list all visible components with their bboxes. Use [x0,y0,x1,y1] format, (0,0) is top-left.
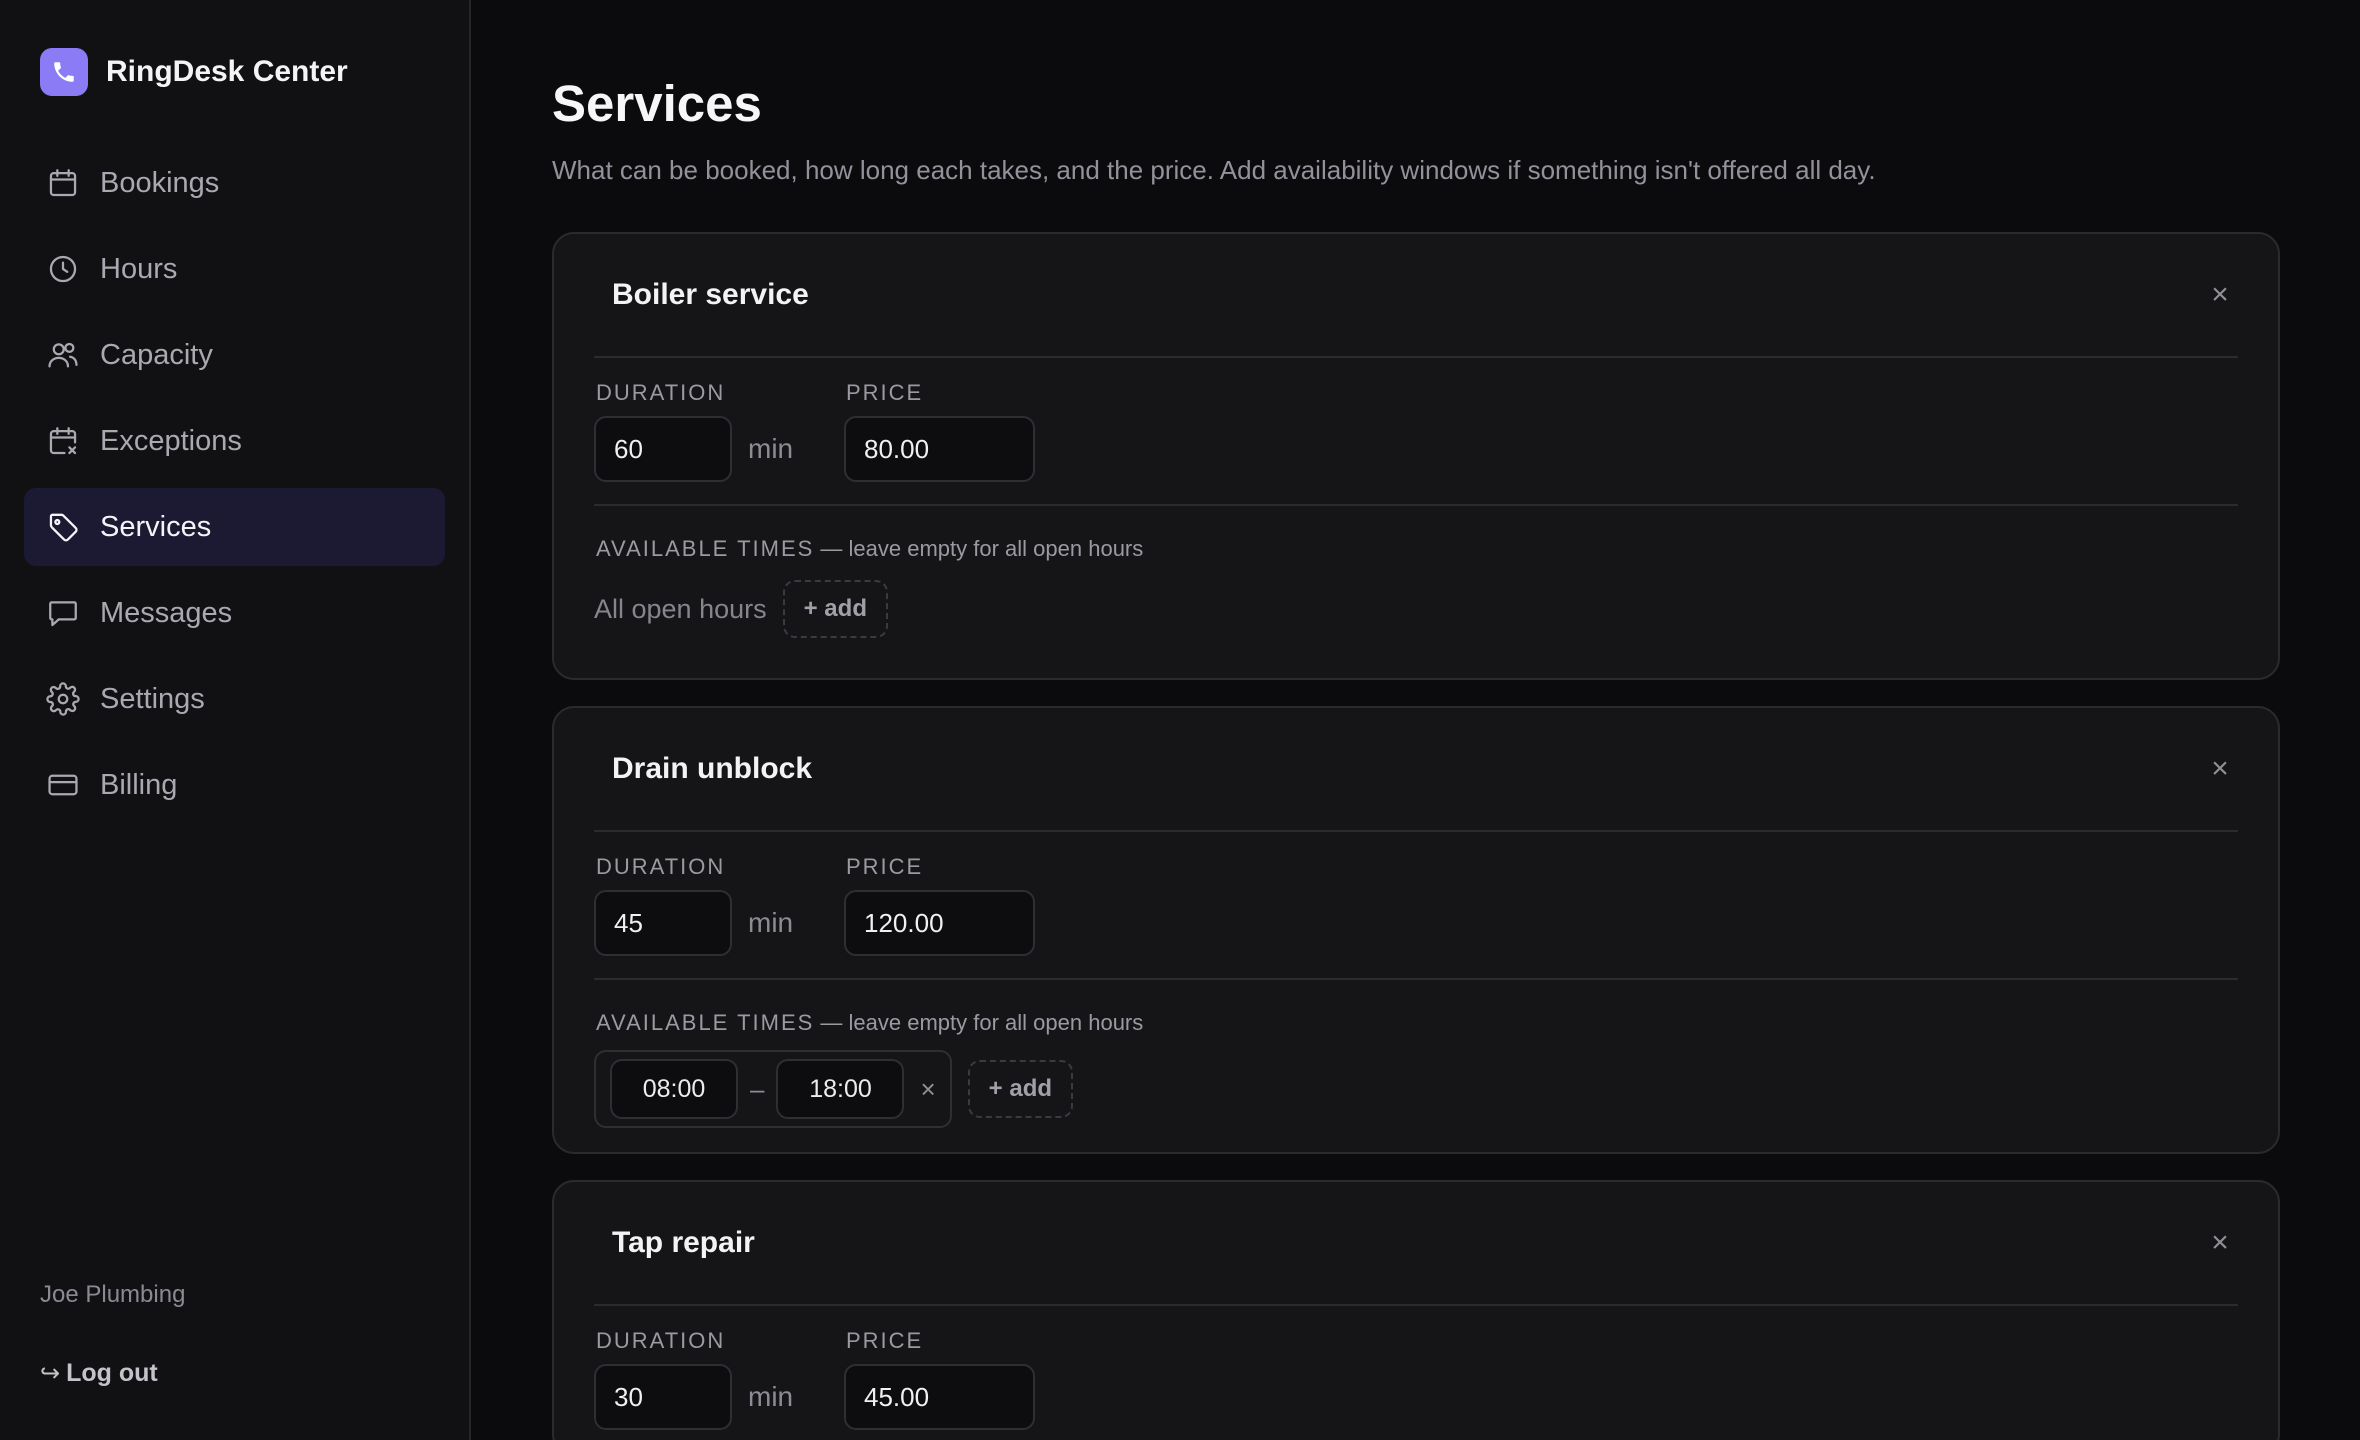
brand-name: RingDesk Center [106,55,348,88]
remove-window-button[interactable]: × [920,1074,935,1105]
sidebar-item-messages[interactable]: Messages [24,574,445,652]
duration-field: DURATION 30 min [594,1324,844,1440]
service-fields: DURATION 60 min PRICE 80.00 [594,358,2238,506]
duration-input[interactable]: 45 [594,890,732,956]
duration-input[interactable]: 30 [594,1364,732,1430]
add-window-button[interactable]: + add [782,580,888,638]
service-card: Boiler service × DURATION 60 min PRICE 8… [552,232,2280,680]
service-name[interactable]: Drain unblock [612,752,812,786]
duration-label: DURATION [596,380,726,405]
service-name[interactable]: Tap repair [612,1226,755,1260]
page-title: Services [552,75,762,132]
sidebar-nav: Bookings Hours Capacity Exceptions Servi… [24,144,445,824]
service-card: Drain unblock × DURATION 45 min PRICE 12… [552,706,2280,1154]
sidebar-item-exceptions[interactable]: Exceptions [24,402,445,480]
sidebar-item-billing[interactable]: Billing [24,746,445,824]
sidebar-item-label: Messages [100,596,233,629]
available-times-section: AVAILABLE TIMES — leave empty for all op… [594,980,2238,1152]
available-times-hint: — leave empty for all open hours [814,536,1144,561]
brand: RingDesk Center [24,0,445,144]
sidebar: RingDesk Center Bookings Hours Capacity … [0,0,471,1440]
phone-icon [40,48,88,96]
duration-unit: min [748,1381,794,1412]
message-icon [49,601,77,627]
price-field: PRICE 80.00 [844,376,1035,504]
service-fields: DURATION 30 min PRICE 45.00 [594,1306,2238,1440]
calendar-x-icon [49,427,77,455]
sidebar-item-bookings[interactable]: Bookings [24,144,445,222]
service-fields: DURATION 45 min PRICE 120.00 [594,832,2238,980]
time-window: 08:00 – 18:00 × [594,1050,952,1128]
price-label: PRICE [846,380,924,405]
app-shell: RingDesk Center Bookings Hours Capacity … [0,0,2360,1440]
service-card-header: Tap repair × [594,1182,2238,1306]
clock-icon [49,255,77,283]
remove-service-button[interactable]: × [2202,1226,2238,1260]
logout-button[interactable]: ↪ Log out [40,1359,185,1388]
service-card-header: Drain unblock × [594,708,2238,832]
available-times-hint: — leave empty for all open hours [814,1010,1144,1035]
sidebar-item-settings[interactable]: Settings [24,660,445,738]
price-input[interactable]: 80.00 [844,416,1035,482]
service-name[interactable]: Boiler service [612,278,809,312]
sidebar-item-label: Hours [100,252,178,285]
available-times-label: AVAILABLE TIMES — leave empty for all op… [594,534,2238,564]
price-field: PRICE 45.00 [844,1324,1035,1440]
sidebar-item-label: Services [100,510,212,543]
sidebar-item-hours[interactable]: Hours [24,230,445,308]
available-times-caption: AVAILABLE TIMES [596,1010,815,1035]
add-window-button[interactable]: + add [967,1060,1074,1118]
credit-card-icon [48,774,78,796]
users-icon [48,342,78,368]
duration-unit: min [748,907,794,938]
price-input[interactable]: 120.00 [844,890,1035,956]
duration-label: DURATION [596,1328,726,1353]
main-content: Services What can be booked, how long ea… [471,0,2360,1440]
window-end-input[interactable]: 18:00 [776,1059,905,1119]
duration-field: DURATION 45 min [594,850,844,978]
available-times-label: AVAILABLE TIMES — leave empty for all op… [594,1008,2238,1038]
window-start-input[interactable]: 08:00 [610,1059,738,1119]
logout-arrow-icon: ↪ [40,1360,61,1387]
calendar-icon [49,169,77,197]
all-open-hours-text: All open hours [594,593,767,624]
price-label: PRICE [846,854,924,879]
logout-label: Log out [66,1359,158,1387]
price-field: PRICE 120.00 [844,850,1035,978]
remove-service-button[interactable]: × [2202,278,2238,312]
sidebar-item-label: Bookings [100,166,220,199]
service-card-header: Boiler service × [594,234,2238,358]
sidebar-item-label: Billing [100,768,178,801]
sidebar-item-label: Settings [100,682,205,715]
remove-service-button[interactable]: × [2202,752,2238,786]
duration-unit: min [748,433,794,464]
sidebar-footer: Joe Plumbing ↪ Log out [40,1281,185,1388]
price-label: PRICE [846,1328,924,1353]
account-name: Joe Plumbing [40,1281,186,1308]
sidebar-item-label: Capacity [100,338,213,371]
duration-input[interactable]: 60 [594,416,732,482]
available-times-section: AVAILABLE TIMES — leave empty for all op… [594,506,2238,678]
service-card: Tap repair × DURATION 30 min PRICE 45.00 [552,1180,2280,1440]
duration-field: DURATION 60 min [594,376,844,504]
tag-icon [49,513,78,542]
price-input[interactable]: 45.00 [844,1364,1035,1430]
available-times-caption: AVAILABLE TIMES [596,536,815,561]
gear-icon [46,682,80,716]
duration-label: DURATION [596,854,726,879]
sidebar-item-capacity[interactable]: Capacity [24,316,445,394]
sidebar-item-label: Exceptions [100,424,242,457]
window-dash: – [750,1073,765,1104]
sidebar-item-services[interactable]: Services [24,488,445,566]
page-subtitle: What can be booked, how long each takes,… [552,155,1876,185]
